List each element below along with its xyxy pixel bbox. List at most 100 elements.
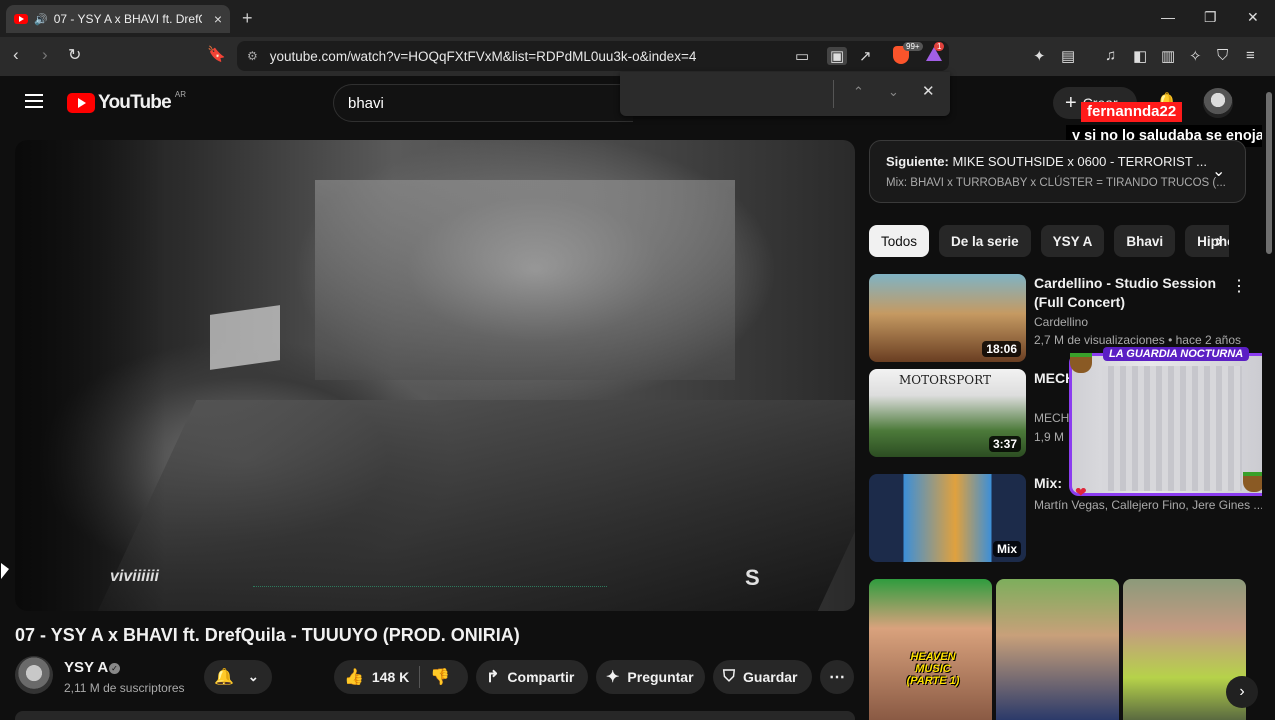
find-bar: ⌃ ⌄ ✕ bbox=[620, 72, 950, 116]
scrollbar-thumb[interactable] bbox=[1266, 92, 1272, 254]
subscriber-count: 2,11 M de suscriptores bbox=[64, 681, 185, 695]
site-info-icon[interactable]: ⚙ bbox=[247, 49, 258, 63]
browser-tab[interactable]: 🔊 07 - YSY A x BHAVI ft. DrefQuila × bbox=[6, 5, 230, 33]
leo-ai-icon[interactable]: ✧ bbox=[1189, 47, 1202, 65]
share-label: Compartir bbox=[507, 669, 575, 685]
browser-tab-bar: 🔊 07 - YSY A x BHAVI ft. DrefQuila × + —… bbox=[0, 0, 1275, 37]
mouse-cursor bbox=[1, 563, 9, 579]
guide-menu-icon[interactable] bbox=[25, 94, 43, 112]
minimize-icon[interactable]: — bbox=[1161, 9, 1175, 25]
mix-thumbnail[interactable]: Mix bbox=[869, 474, 1026, 562]
like-divider bbox=[419, 666, 421, 688]
studio-window bbox=[315, 180, 735, 380]
video-player[interactable]: viviiiiii S bbox=[15, 140, 855, 611]
tab-search-icon[interactable]: ▤ bbox=[1061, 47, 1075, 65]
channel-name[interactable]: YSY A bbox=[64, 659, 108, 676]
dislike-icon[interactable]: 👎 bbox=[430, 667, 450, 687]
chip-todos[interactable]: Todos bbox=[869, 225, 930, 257]
description-box[interactable] bbox=[15, 711, 855, 720]
dark-wall bbox=[15, 140, 165, 611]
webcam-overlay bbox=[1069, 353, 1272, 496]
tab-title: 07 - YSY A x BHAVI ft. DrefQuila bbox=[53, 12, 202, 26]
short-item[interactable]: HEAVEN MUSIC (PARTE 1) bbox=[869, 579, 992, 720]
menu-icon[interactable]: ≡ bbox=[1246, 47, 1255, 64]
youtube-logo[interactable]: YouTube AR bbox=[67, 89, 186, 114]
video-title[interactable]: Cardellino - Studio Session (Full Concer… bbox=[1034, 274, 1239, 312]
video-meta: 1,9 M bbox=[1034, 430, 1065, 444]
search-input[interactable]: bhavi bbox=[333, 84, 633, 122]
restore-icon[interactable]: ❐ bbox=[1204, 9, 1217, 26]
account-avatar[interactable] bbox=[1203, 88, 1233, 118]
find-previous-icon[interactable]: ⌃ bbox=[853, 84, 864, 100]
watermark-logo: S bbox=[745, 565, 760, 590]
ask-label: Preguntar bbox=[627, 669, 694, 685]
forward-icon[interactable]: › bbox=[42, 45, 48, 65]
short-caption: HEAVEN MUSIC (PARTE 1) bbox=[906, 651, 960, 687]
ask-button[interactable]: ✦ Preguntar bbox=[596, 660, 705, 694]
bookmark-save-icon: ⛉ bbox=[723, 668, 736, 685]
up-next-card[interactable]: Siguiente: MIKE SOUTHSIDE x 0600 - TERRO… bbox=[869, 140, 1246, 203]
video-thumbnail[interactable]: 18:06 bbox=[869, 274, 1026, 362]
video-title: 07 - YSY A x BHAVI ft. DrefQuila - TUUUY… bbox=[15, 625, 520, 645]
chips-next-icon[interactable]: › bbox=[1216, 231, 1222, 252]
channel-name[interactable]: Cardellino bbox=[1034, 315, 1088, 329]
bookmark-icon[interactable]: 🔖 bbox=[207, 45, 226, 63]
chip-de-la-serie[interactable]: De la serie bbox=[939, 225, 1031, 257]
close-window-icon[interactable]: ✕ bbox=[1247, 9, 1259, 26]
more-icon: ⋯ bbox=[829, 669, 845, 686]
progress-bar[interactable] bbox=[253, 586, 607, 587]
mix-artists: Martín Vegas, Callejero Fino, Jere Gines… bbox=[1034, 498, 1264, 512]
browser-toolbar: ‹ › ↻ 🔖 ⚙ youtube.com/watch?v=HOQqFXtFVx… bbox=[0, 37, 1275, 76]
sparkle-icon: ✦ bbox=[606, 669, 620, 686]
up-next-mix: Mix: BHAVI x TURROBABY x CLÚSTER = TIRAN… bbox=[886, 177, 1226, 189]
vpn-icon[interactable]: ⛉ bbox=[1217, 47, 1228, 64]
duration-badge: 3:37 bbox=[988, 436, 1021, 452]
shorts-next-button[interactable]: › bbox=[1226, 676, 1258, 708]
video-meta: 2,7 M de visualizaciones • hace 2 años bbox=[1034, 333, 1241, 347]
speaker-icon[interactable]: 🔊 bbox=[34, 13, 48, 26]
more-actions-button[interactable]: ⋯ bbox=[820, 660, 854, 694]
more-options-icon[interactable]: ⋮ bbox=[1231, 276, 1247, 296]
back-icon[interactable]: ‹ bbox=[13, 45, 19, 65]
up-next-title: MIKE SOUTHSIDE x 0600 - TERRORIST ... bbox=[952, 154, 1207, 169]
extensions-icon[interactable]: ✦ bbox=[1033, 47, 1046, 65]
sidebar-icon[interactable]: ◧ bbox=[1133, 47, 1147, 65]
media-icon[interactable]: ♫ bbox=[1105, 47, 1116, 64]
like-dislike-group: 👍 148 K 👎 bbox=[334, 660, 468, 694]
reader-mode-icon[interactable]: ▣ bbox=[827, 47, 848, 65]
plus-icon: + bbox=[1065, 91, 1077, 114]
url-text: youtube.com/watch?v=HOQqFXtFVxM&list=RDP… bbox=[269, 48, 697, 64]
wallet-icon[interactable]: ▥ bbox=[1161, 47, 1175, 65]
share-button[interactable]: ↱ Compartir bbox=[476, 660, 588, 694]
share-page-icon[interactable]: ↗ bbox=[859, 47, 872, 65]
find-separator bbox=[833, 80, 834, 108]
reload-icon[interactable]: ↻ bbox=[68, 45, 81, 65]
channel-avatar[interactable] bbox=[15, 656, 53, 694]
youtube-play-icon bbox=[67, 93, 95, 113]
chevron-down-icon[interactable]: ⌄ bbox=[1212, 161, 1225, 181]
find-next-icon[interactable]: ⌄ bbox=[888, 84, 899, 100]
logo-text: YouTube bbox=[98, 92, 172, 113]
watermark-left: viviiiiii bbox=[110, 568, 159, 585]
chevron-down-icon: ⌄ bbox=[247, 669, 259, 684]
chip-bhavi[interactable]: Bhavi bbox=[1114, 225, 1176, 257]
like-count[interactable]: 148 K bbox=[372, 669, 409, 685]
mixing-desk bbox=[93, 400, 855, 611]
like-icon[interactable]: 👍 bbox=[344, 667, 364, 687]
share-icon: ↱ bbox=[486, 669, 500, 686]
close-tab-icon[interactable]: × bbox=[214, 11, 222, 27]
find-close-icon[interactable]: ✕ bbox=[922, 82, 935, 100]
chip-ysy-a[interactable]: YSY A bbox=[1040, 225, 1105, 257]
save-button[interactable]: ⛉ Guardar bbox=[713, 660, 812, 694]
new-tab-button[interactable]: + bbox=[242, 8, 253, 29]
cast-icon[interactable]: ▭ bbox=[795, 47, 809, 65]
up-next-title-line: Siguiente: MIKE SOUTHSIDE x 0600 - TERRO… bbox=[886, 154, 1207, 169]
region-code: AR bbox=[174, 89, 186, 99]
chip-hiphop[interactable]: Hiphop bbox=[1185, 225, 1229, 257]
youtube-favicon-icon bbox=[14, 14, 28, 24]
subscribe-bell-button[interactable]: 🔔 ⌄ bbox=[204, 660, 272, 694]
bell-icon: 🔔 bbox=[214, 669, 234, 686]
short-item[interactable] bbox=[996, 579, 1119, 720]
video-thumbnail[interactable]: MOTORSPORT 3:37 bbox=[869, 369, 1026, 457]
verified-icon: ✓ bbox=[109, 663, 120, 674]
